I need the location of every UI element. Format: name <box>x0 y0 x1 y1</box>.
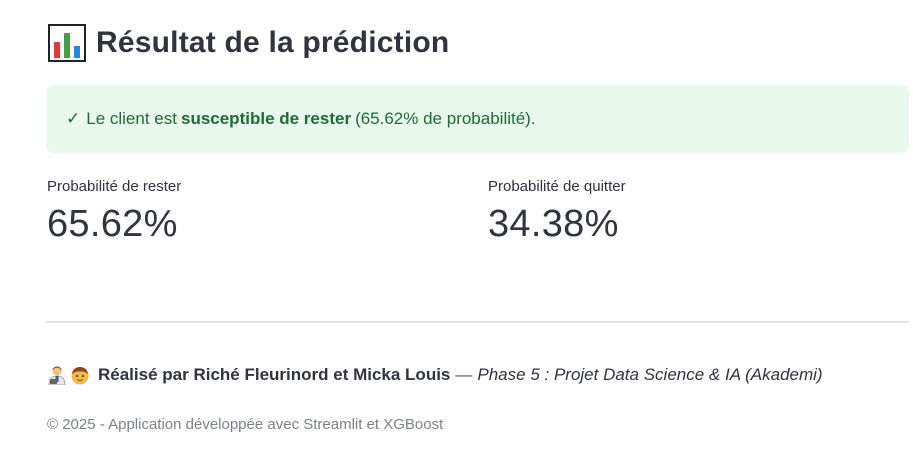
alert-text-before: Le client est <box>86 109 177 128</box>
credits-line: Réalisé par Riché Fleurinord et Micka Lo… <box>47 365 823 385</box>
authors-text: Réalisé par Riché Fleurinord et Micka Lo… <box>98 365 451 384</box>
bar-chart-icon <box>48 24 86 62</box>
alert-text-after: (65.62% de probabilité). <box>355 109 536 128</box>
credits-dash: — <box>455 365 473 384</box>
success-alert: ✓ Le client est susceptible de rester (6… <box>46 85 909 153</box>
check-icon: ✓ <box>66 109 81 128</box>
page-title: Résultat de la prédiction <box>96 26 450 59</box>
metric-stay-value: 65.62% <box>47 203 178 245</box>
alert-text-strong: susceptible de rester <box>180 109 352 128</box>
metric-leave-value: 34.38% <box>488 203 619 245</box>
title-row: Résultat de la prédiction <box>48 24 449 62</box>
app-page: Résultat de la prédiction ✓ Le client es… <box>0 0 913 474</box>
man-technologist-icon <box>48 366 66 385</box>
metric-leave: Probabilité de quitter 34.38% <box>488 178 626 246</box>
phase-text: Phase 5 : Projet Data Science & IA (Akad… <box>477 365 823 384</box>
metric-stay-label: Probabilité de rester <box>47 178 182 195</box>
copyright-text: © 2025 - Application développée avec Str… <box>47 416 444 433</box>
avatars <box>47 365 90 385</box>
metric-stay: Probabilité de rester 65.62% <box>47 178 181 246</box>
metric-leave-label: Probabilité de quitter <box>488 178 626 195</box>
boy-icon <box>71 367 89 385</box>
divider <box>46 321 909 323</box>
